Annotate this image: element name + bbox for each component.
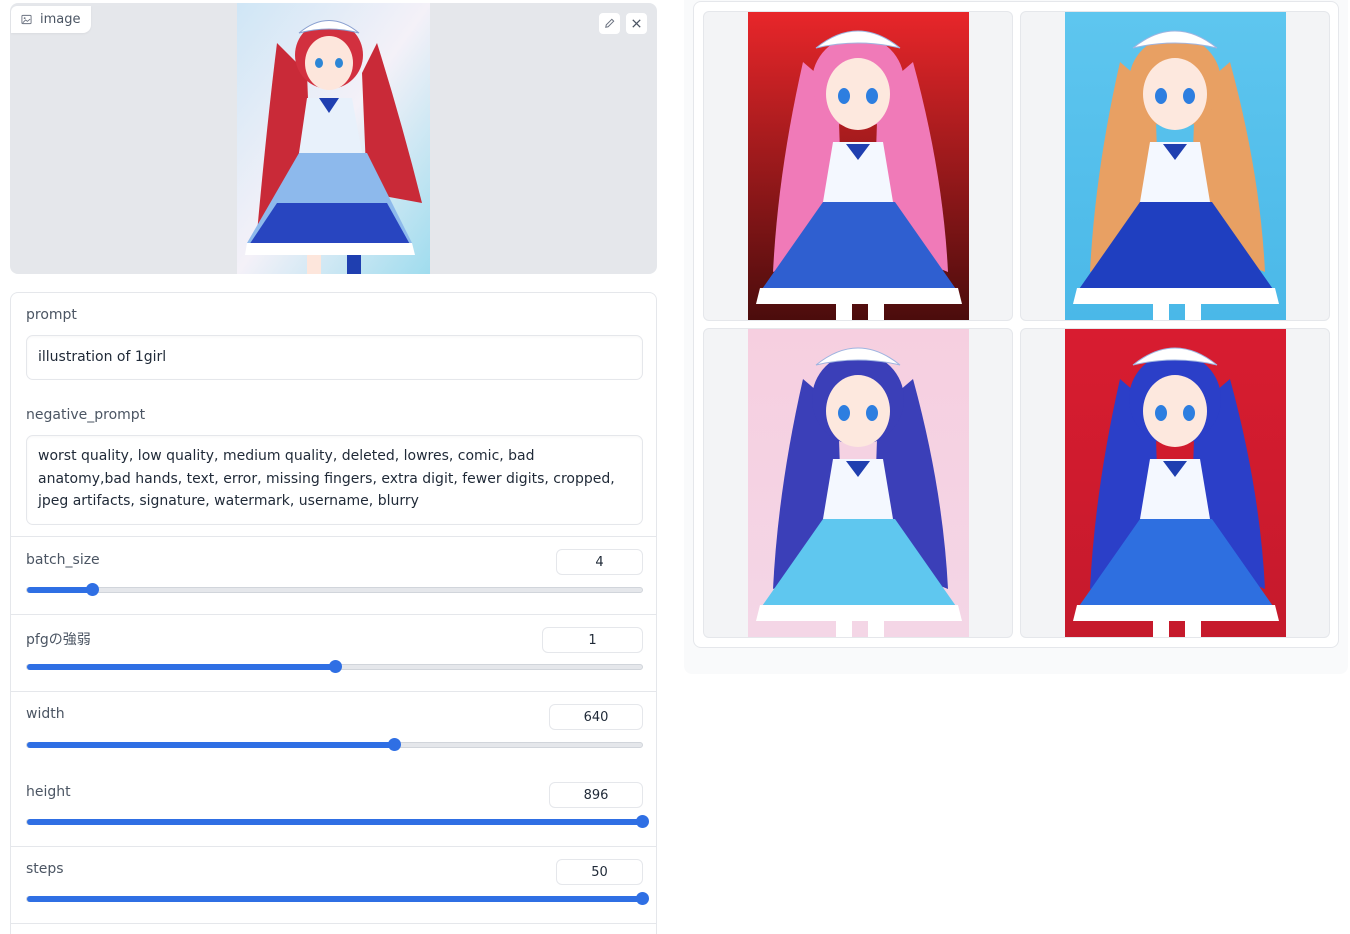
slider-fill <box>27 819 642 825</box>
divider <box>11 614 656 615</box>
left-panel: image prompt illustration of 1girl negat… <box>10 0 658 934</box>
uploaded-image <box>237 3 430 274</box>
steps-label: steps <box>26 861 64 877</box>
pencil-icon <box>605 18 615 28</box>
prompt-label: prompt <box>26 307 77 323</box>
pfg-strength-label: pfgの強弱 <box>26 632 91 648</box>
image-icon <box>21 14 32 25</box>
batch-size-number[interactable]: 4 <box>556 549 643 575</box>
width-label: width <box>26 706 65 722</box>
width-number[interactable]: 640 <box>549 704 643 730</box>
gallery-item[interactable] <box>703 11 1013 321</box>
close-icon <box>632 19 641 28</box>
steps-slider[interactable] <box>26 892 649 905</box>
divider <box>11 691 656 692</box>
edit-button[interactable] <box>598 12 621 35</box>
slider-thumb[interactable] <box>86 583 99 596</box>
slider-fill <box>27 896 642 902</box>
slider-thumb[interactable] <box>636 815 649 828</box>
slider-thumb[interactable] <box>388 738 401 751</box>
slider-fill <box>27 742 394 748</box>
gallery-item[interactable] <box>703 328 1013 638</box>
gallery-image <box>748 12 969 320</box>
image-label-text: image <box>40 12 81 27</box>
output-gallery <box>693 1 1339 648</box>
image-toolbar <box>598 12 648 35</box>
batch-size-label: batch_size <box>26 552 100 568</box>
divider <box>11 923 656 924</box>
gallery-image <box>1065 12 1286 320</box>
gallery-item[interactable] <box>1020 328 1330 638</box>
prompt-input[interactable]: illustration of 1girl <box>26 335 643 380</box>
image-input-label: image <box>11 6 91 33</box>
batch-size-slider[interactable] <box>26 583 643 596</box>
slider-fill <box>27 587 92 593</box>
gallery-image <box>1065 329 1286 637</box>
negative-prompt-input[interactable]: worst quality, low quality, medium quali… <box>26 435 643 525</box>
parameters-form: prompt illustration of 1girl negative_pr… <box>10 292 657 934</box>
height-label: height <box>26 784 71 800</box>
divider <box>11 846 656 847</box>
gallery-item[interactable] <box>1020 11 1330 321</box>
height-number[interactable]: 896 <box>549 782 643 808</box>
pfg-strength-number[interactable]: 1 <box>542 627 643 653</box>
pfg-strength-slider[interactable] <box>26 660 643 673</box>
slider-fill <box>27 664 335 670</box>
steps-number[interactable]: 50 <box>556 859 643 885</box>
divider <box>11 536 656 537</box>
clear-button[interactable] <box>625 12 648 35</box>
slider-thumb[interactable] <box>636 892 649 905</box>
slider-thumb[interactable] <box>329 660 342 673</box>
image-input[interactable]: image <box>10 3 657 274</box>
negative-prompt-label: negative_prompt <box>26 407 146 423</box>
output-panel <box>684 0 1348 674</box>
width-slider[interactable] <box>26 738 643 751</box>
height-slider[interactable] <box>26 815 649 828</box>
gallery-image <box>748 329 969 637</box>
